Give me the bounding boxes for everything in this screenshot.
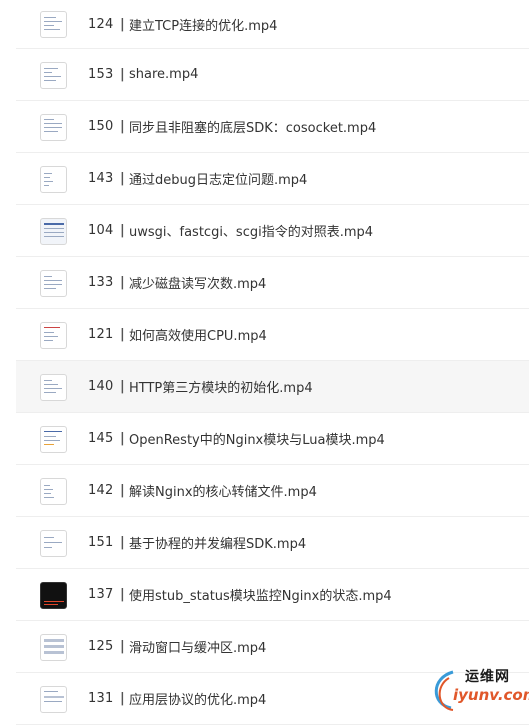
file-number: 133: [88, 275, 114, 290]
file-number: 124: [88, 16, 114, 32]
file-row[interactable]: 137 | 使用stub_status模块监控Nginx的状态.mp4: [16, 569, 529, 621]
video-thumbnail-icon: [40, 165, 67, 193]
video-thumbnail-icon: [40, 581, 67, 609]
file-name[interactable]: 解读Nginx的核心转储文件.mp4: [129, 481, 317, 500]
file-name[interactable]: OpenResty中的Nginx模块与Lua模块.mp4: [129, 429, 385, 448]
file-number: 145: [88, 431, 114, 446]
file-name[interactable]: 滑动窗口与缓冲区.mp4: [129, 637, 266, 656]
file-number: 142: [88, 483, 114, 498]
video-thumbnail-icon: [40, 425, 67, 453]
file-row[interactable]: 151 | 基于协程的并发编程SDK.mp4: [16, 517, 529, 569]
separator: |: [120, 639, 125, 654]
file-row[interactable]: 153 | share.mp4: [16, 49, 529, 101]
file-number: 150: [88, 119, 114, 134]
file-number: 131: [88, 691, 114, 706]
file-number: 151: [88, 535, 114, 550]
video-thumbnail-icon: [40, 61, 67, 89]
file-name[interactable]: 减少磁盘读写次数.mp4: [129, 273, 266, 292]
file-number: 143: [88, 171, 114, 186]
separator: |: [120, 119, 125, 134]
file-row[interactable]: 145 | OpenResty中的Nginx模块与Lua模块.mp4: [16, 413, 529, 465]
video-thumbnail-icon: [40, 321, 67, 349]
file-row[interactable]: 140 | HTTP第三方模块的初始化.mp4: [16, 361, 529, 413]
file-name[interactable]: 通过debug日志定位问题.mp4: [129, 169, 307, 188]
video-thumbnail-icon: [40, 217, 67, 245]
file-number: 121: [88, 327, 114, 342]
separator: |: [120, 171, 125, 186]
file-name[interactable]: 使用stub_status模块监控Nginx的状态.mp4: [129, 585, 392, 604]
separator: |: [120, 223, 125, 238]
file-name[interactable]: 同步且非阻塞的底层SDK：cosocket.mp4: [129, 117, 376, 136]
file-name[interactable]: 如何高效使用CPU.mp4: [129, 325, 267, 344]
watermark-text-cn: 运维网: [465, 669, 510, 685]
separator: |: [120, 691, 125, 706]
watermark-text-en: iyunv.com: [453, 686, 529, 704]
file-number: 137: [88, 587, 114, 602]
separator: |: [120, 16, 125, 32]
file-row[interactable]: 150 | 同步且非阻塞的底层SDK：cosocket.mp4: [16, 101, 529, 153]
file-name[interactable]: 应用层协议的优化.mp4: [129, 689, 266, 708]
file-row[interactable]: 121 | 如何高效使用CPU.mp4: [16, 309, 529, 361]
file-name[interactable]: 建立TCP连接的优化.mp4: [129, 15, 277, 34]
file-number: 140: [88, 379, 114, 394]
file-name[interactable]: HTTP第三方模块的初始化.mp4: [129, 377, 313, 396]
file-list: 124 | 建立TCP连接的优化.mp4 153 | share.mp4 150…: [0, 0, 529, 725]
separator: |: [120, 379, 125, 394]
file-row[interactable]: 104 | uwsgi、fastcgi、scgi指令的对照表.mp4: [16, 205, 529, 257]
video-thumbnail-icon: [40, 633, 67, 661]
file-number: 153: [88, 67, 114, 82]
file-name[interactable]: uwsgi、fastcgi、scgi指令的对照表.mp4: [129, 221, 373, 240]
separator: |: [120, 587, 125, 602]
file-row[interactable]: 143 | 通过debug日志定位问题.mp4: [16, 153, 529, 205]
separator: |: [120, 431, 125, 446]
video-thumbnail-icon: [40, 685, 67, 713]
file-name[interactable]: share.mp4: [129, 67, 198, 82]
separator: |: [120, 535, 125, 550]
video-thumbnail-icon: [40, 373, 67, 401]
file-name[interactable]: 基于协程的并发编程SDK.mp4: [129, 533, 306, 552]
video-thumbnail-icon: [40, 113, 67, 141]
video-thumbnail-icon: [40, 11, 67, 38]
file-number: 125: [88, 639, 114, 654]
separator: |: [120, 275, 125, 290]
separator: |: [120, 67, 125, 82]
video-thumbnail-icon: [40, 477, 67, 505]
separator: |: [120, 483, 125, 498]
file-row[interactable]: 133 | 减少磁盘读写次数.mp4: [16, 257, 529, 309]
video-thumbnail-icon: [40, 269, 67, 297]
video-thumbnail-icon: [40, 529, 67, 557]
watermark-logo: 运维网 iyunv.com: [423, 664, 529, 712]
file-row[interactable]: 142 | 解读Nginx的核心转储文件.mp4: [16, 465, 529, 517]
file-row[interactable]: 124 | 建立TCP连接的优化.mp4: [16, 0, 529, 49]
file-number: 104: [88, 223, 114, 238]
separator: |: [120, 327, 125, 342]
